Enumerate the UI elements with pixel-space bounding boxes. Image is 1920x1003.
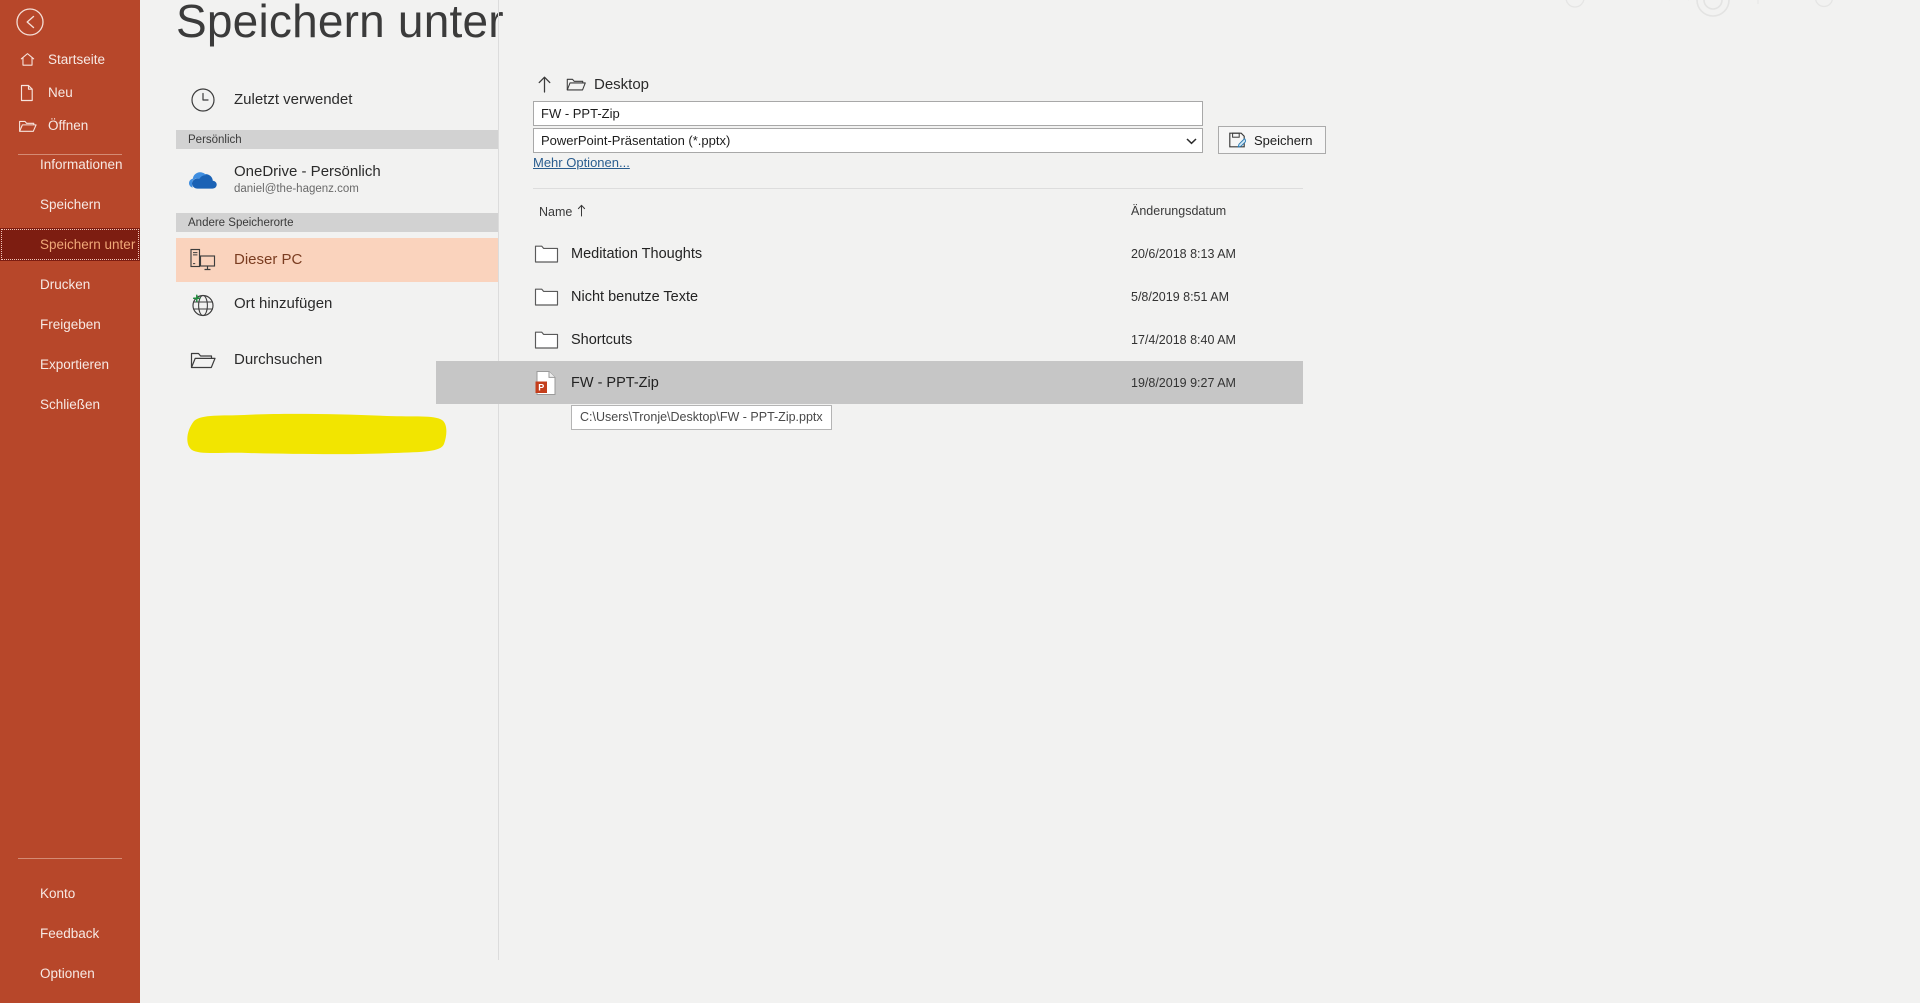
sidebar-item-drucken[interactable]: Drucken	[0, 268, 140, 301]
table-row[interactable]: Nicht benutze Texte 5/8/2019 8:51 AM	[436, 275, 1303, 318]
table-row[interactable]: Meditation Thoughts 20/6/2018 8:13 AM	[436, 232, 1303, 275]
place-item-onedrive[interactable]: OneDrive - Persönlich daniel@the-hagenz.…	[176, 155, 498, 205]
decorative-ghost-icon-3	[1690, 0, 1736, 31]
chevron-down-icon[interactable]	[1180, 129, 1202, 152]
sidebar-item-label: Exportieren	[40, 356, 110, 372]
file-modified: 19/8/2019 9:27 AM	[1131, 375, 1236, 390]
folder-icon	[533, 241, 559, 267]
powerpoint-file-icon: P	[533, 370, 559, 396]
sidebar-item-freigeben[interactable]: Freigeben	[0, 308, 140, 341]
sidebar-item-label: Startseite	[48, 51, 106, 67]
save-button-label: Speichern	[1254, 132, 1313, 148]
browse-folder-icon	[186, 343, 220, 377]
save-button[interactable]: Speichern	[1218, 126, 1326, 154]
save-location-pane: Desktop PowerPoint-Präsentation (*.pptx)	[436, 0, 1853, 1003]
file-list-header: Name Änderungsdatum	[533, 204, 1303, 230]
file-name: Meditation Thoughts	[571, 245, 703, 262]
file-modified: 20/6/2018 8:13 AM	[1131, 246, 1236, 261]
place-item-recent[interactable]: Zuletzt verwendet	[176, 78, 498, 122]
decorative-ghost-icon-5	[1810, 0, 1838, 23]
onedrive-cloud-icon	[186, 163, 220, 197]
file-modified: 17/4/2018 8:40 AM	[1131, 332, 1236, 347]
place-item-label: Dieser PC	[234, 250, 303, 268]
breadcrumb: Desktop	[533, 72, 649, 96]
decorative-ghost-icon-1	[1560, 0, 1590, 25]
sidebar-item-neu[interactable]: Neu	[0, 76, 140, 109]
new-document-icon	[16, 82, 38, 104]
sidebar-item-oeffnen[interactable]: Öffnen	[0, 109, 140, 142]
filetype-selected-value: PowerPoint-Präsentation (*.pptx)	[541, 133, 731, 148]
this-pc-icon	[186, 243, 220, 277]
decorative-ghost-icon-2	[1665, 0, 1693, 21]
sidebar-item-label: Öffnen	[48, 117, 89, 133]
sidebar-item-label: Feedback	[40, 925, 100, 941]
sidebar-main-group: Informationen Speichern Speichern unter …	[0, 148, 140, 421]
place-item-label: Zuletzt verwendet	[234, 90, 353, 108]
sidebar-item-optionen[interactable]: Optionen	[0, 957, 140, 990]
sidebar-item-speichern-unter[interactable]: Speichern unter	[0, 228, 140, 261]
sidebar-item-label: Freigeben	[40, 316, 101, 332]
table-row[interactable]: Shortcuts 17/4/2018 8:40 AM	[436, 318, 1303, 361]
sort-ascending-arrow-icon	[577, 204, 586, 220]
page-title: Speichern unter	[176, 0, 504, 47]
folder-icon	[533, 284, 559, 310]
place-item-label: Durchsuchen	[234, 350, 323, 368]
up-arrow-icon[interactable]	[533, 75, 555, 94]
file-name: Nicht benutze Texte	[571, 288, 699, 305]
breadcrumb-label: Desktop	[594, 75, 650, 93]
table-row[interactable]: P FW - PPT-Zip 19/8/2019 9:27 AM	[436, 361, 1303, 404]
sidebar-item-feedback[interactable]: Feedback	[0, 917, 140, 950]
back-arrow-icon[interactable]	[13, 5, 47, 39]
sidebar-item-informationen[interactable]: Informationen	[0, 148, 140, 181]
column-divider	[498, 0, 499, 960]
sidebar-item-label: Speichern	[40, 196, 101, 212]
sidebar-item-label: Neu	[48, 84, 73, 100]
column-header-modified[interactable]: Änderungsdatum	[1131, 204, 1226, 218]
decorative-ghost-icon-4	[1745, 0, 1771, 19]
file-name: Shortcuts	[571, 331, 633, 348]
svg-text:P: P	[538, 382, 544, 392]
sidebar-item-label: Informationen	[40, 156, 123, 172]
folder-icon	[533, 327, 559, 353]
column-header-name-label: Name	[539, 205, 573, 219]
clock-icon	[186, 83, 220, 117]
home-icon	[16, 49, 38, 71]
file-name: FW - PPT-Zip	[571, 374, 659, 391]
file-modified: 5/8/2019 8:51 AM	[1131, 289, 1229, 304]
sidebar-item-label: Optionen	[40, 965, 95, 981]
sidebar-item-label: Speichern unter	[40, 236, 136, 252]
more-options-link[interactable]: Mehr Optionen...	[533, 155, 630, 170]
sidebar-item-exportieren[interactable]: Exportieren	[0, 348, 140, 381]
sidebar-item-speichern[interactable]: Speichern	[0, 188, 140, 221]
save-as-backstage-screen: Startseite Neu Öffnen Informationen Spei…	[0, 0, 1920, 1003]
section-divider	[533, 188, 1303, 189]
file-path-tooltip: C:\Users\Tronje\Desktop\FW - PPT-Zip.ppt…	[571, 405, 832, 430]
filetype-select[interactable]: PowerPoint-Präsentation (*.pptx)	[533, 128, 1203, 153]
save-as-icon	[1227, 130, 1247, 150]
place-item-label: Ort hinzufügen	[234, 294, 333, 312]
sidebar-item-schliessen[interactable]: Schließen	[0, 388, 140, 421]
sidebar-item-startseite[interactable]: Startseite	[0, 43, 140, 76]
file-list: Meditation Thoughts 20/6/2018 8:13 AM Ni…	[436, 232, 1303, 404]
sidebar-divider-bottom	[18, 858, 122, 859]
place-item-label: OneDrive - Persönlich	[234, 162, 381, 180]
places-group-header-personal: Persönlich	[176, 130, 498, 149]
sidebar-item-label: Schließen	[40, 396, 101, 412]
place-item-sublabel: daniel@the-hagenz.com	[234, 183, 359, 196]
open-folder-icon	[16, 115, 38, 137]
places-group-label: Persönlich	[188, 133, 242, 146]
column-header-name[interactable]: Name	[539, 204, 586, 220]
places-group-header-other: Andere Speicherorte	[176, 213, 498, 232]
sidebar-item-label: Konto	[40, 885, 76, 901]
folder-icon	[565, 76, 587, 93]
sidebar-item-konto[interactable]: Konto	[0, 877, 140, 910]
sidebar-bottom-group: Konto Feedback Optionen	[0, 846, 140, 990]
backstage-sidebar: Startseite Neu Öffnen Informationen Spei…	[0, 0, 140, 1003]
places-group-label: Andere Speicherorte	[188, 216, 294, 229]
filename-input[interactable]	[533, 101, 1203, 126]
sidebar-item-label: Drucken	[40, 276, 91, 292]
add-place-globe-icon	[186, 287, 220, 321]
yellow-highlight-marker	[182, 411, 450, 458]
